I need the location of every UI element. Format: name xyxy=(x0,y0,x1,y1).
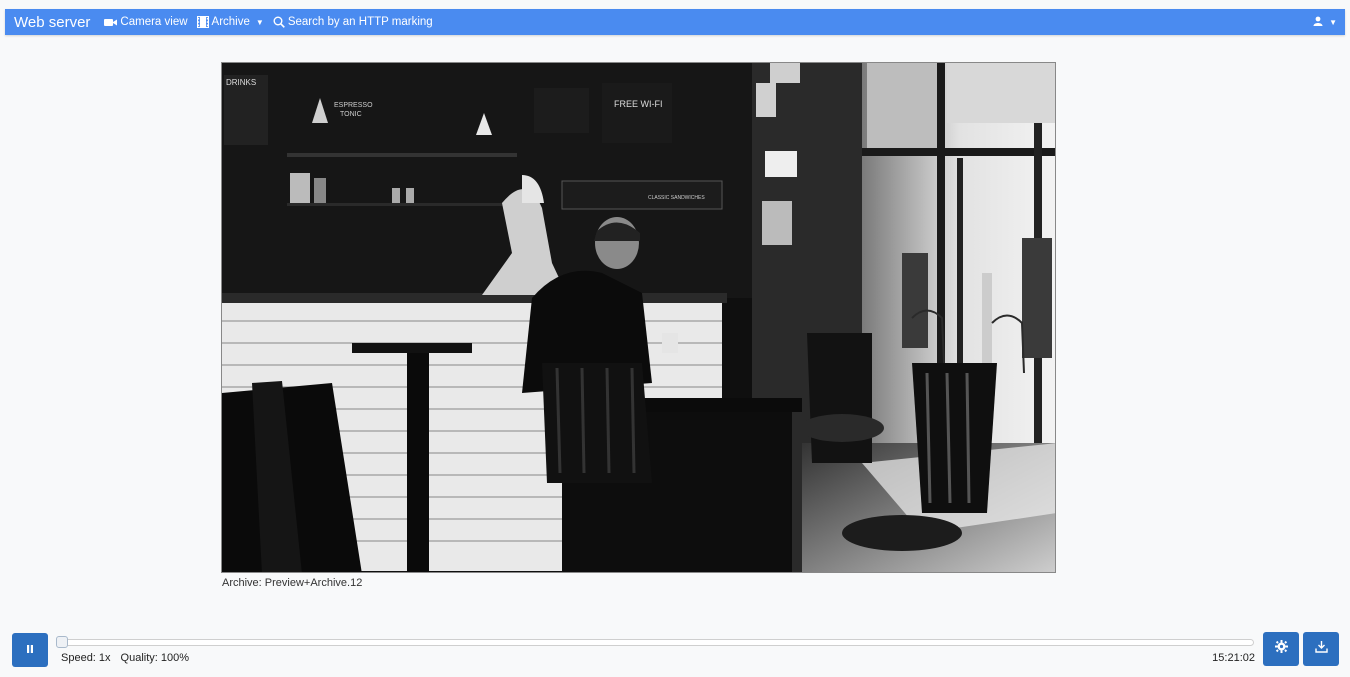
download-button[interactable] xyxy=(1303,632,1339,666)
gear-icon xyxy=(1274,640,1288,658)
sign-drinks: DRINKS xyxy=(226,78,256,87)
top-navbar: Web server Camera view Archive ▼ Search … xyxy=(5,9,1345,35)
quality-label: Quality: 100% xyxy=(120,652,190,664)
user-menu[interactable]: ▼ xyxy=(1313,9,1337,35)
download-icon xyxy=(1314,640,1328,658)
nav-camera-view[interactable]: Camera view xyxy=(104,16,188,28)
speed-label: Speed: 1x xyxy=(61,652,111,664)
camera-icon xyxy=(104,18,118,27)
archive-caption: Archive: Preview+Archive.12 xyxy=(222,577,363,589)
playback-status: Speed: 1x Quality: 100% xyxy=(61,652,199,664)
settings-button[interactable] xyxy=(1263,632,1299,666)
pause-icon xyxy=(25,641,35,659)
nav-archive-label: Archive xyxy=(211,16,250,28)
timeline-slider[interactable] xyxy=(56,639,1254,646)
brand-title[interactable]: Web server xyxy=(14,14,90,31)
sign-tonic: TONIC xyxy=(340,111,362,118)
film-icon xyxy=(196,16,209,28)
camera-frame-image: DRINKS ESPRESSO TONIC FREE WI-FI CLASSIC… xyxy=(222,63,1055,572)
search-icon xyxy=(273,16,285,28)
sign-espresso: ESPRESSO xyxy=(334,102,373,109)
timeline-thumb[interactable] xyxy=(56,636,68,648)
chevron-down-icon: ▼ xyxy=(1329,17,1337,27)
chevron-down-icon: ▼ xyxy=(255,17,264,27)
user-icon xyxy=(1313,16,1323,29)
video-frame[interactable]: DRINKS ESPRESSO TONIC FREE WI-FI CLASSIC… xyxy=(221,62,1056,573)
pause-button[interactable] xyxy=(12,633,48,667)
current-time: 15:21:02 xyxy=(1212,652,1255,664)
sign-classic: CLASSIC SANDWICHES xyxy=(648,195,705,201)
nav-search-http-marking[interactable]: Search by an HTTP marking xyxy=(273,16,433,28)
nav-camera-view-label: Camera view xyxy=(120,16,188,28)
sign-free-wifi: FREE WI-FI xyxy=(614,99,663,109)
nav-archive[interactable]: Archive ▼ xyxy=(196,16,264,28)
nav-search-label: Search by an HTTP marking xyxy=(287,16,433,28)
